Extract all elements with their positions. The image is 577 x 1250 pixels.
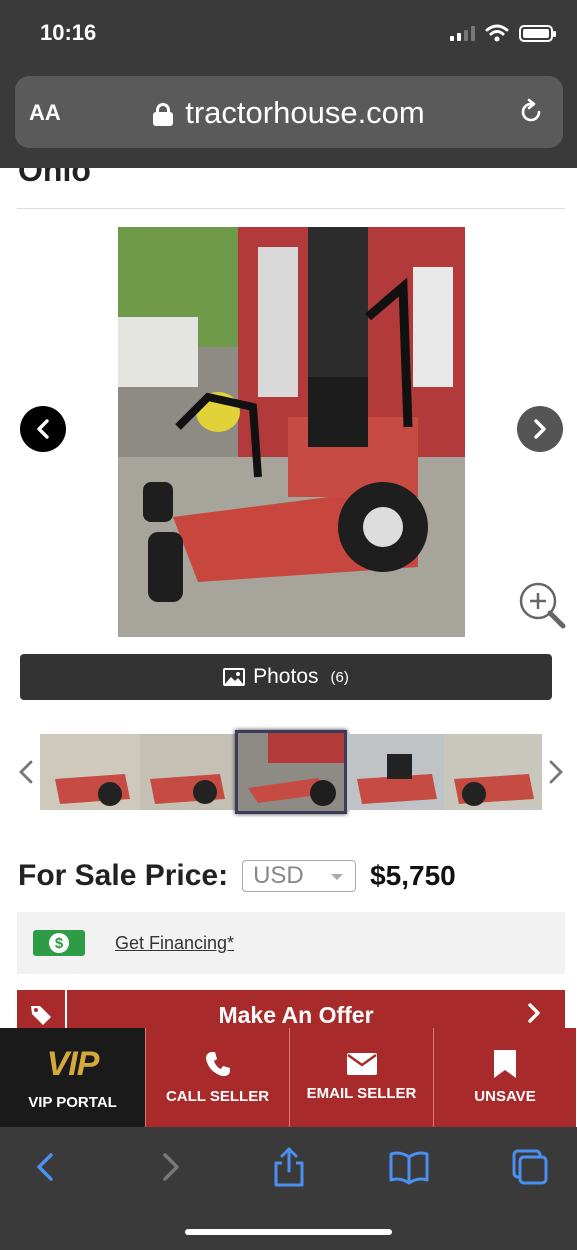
- photos-button[interactable]: Photos (6): [20, 654, 552, 700]
- envelope-icon: [346, 1053, 377, 1075]
- image-icon: [223, 668, 246, 686]
- chevron-left-icon: [37, 419, 49, 439]
- call-seller-button[interactable]: CALL SELLER: [145, 1028, 289, 1127]
- chevron-right-icon: [534, 419, 546, 439]
- address-bar[interactable]: AA tractorhouse.com: [15, 76, 563, 148]
- vip-portal-label: VIP PORTAL: [28, 1093, 117, 1111]
- thumbnail[interactable]: [444, 734, 542, 810]
- unsave-button[interactable]: UNSAVE: [433, 1028, 576, 1127]
- divider: [17, 208, 565, 209]
- url-text: tractorhouse.com: [185, 95, 425, 130]
- signal-icon: [450, 25, 475, 41]
- money-icon: $: [33, 930, 85, 956]
- bookmark-icon: [494, 1050, 516, 1078]
- thumbnail-strip: [40, 730, 542, 814]
- tabs-icon[interactable]: [510, 1147, 550, 1187]
- chevron-right-icon: [549, 760, 563, 784]
- photo-prev-button[interactable]: [20, 406, 66, 452]
- thumbnail[interactable]: [40, 734, 140, 810]
- photos-count: (6): [330, 668, 349, 686]
- listing-title: Ohio: [18, 168, 91, 188]
- email-seller-button[interactable]: EMAIL SELLER: [289, 1028, 433, 1127]
- photos-button-label: Photos: [253, 665, 319, 688]
- price-row: For Sale Price: USD $5,750: [18, 858, 563, 894]
- thumbs-prev-button[interactable]: [17, 758, 35, 794]
- back-icon[interactable]: [26, 1147, 66, 1187]
- browser-toolbar: [0, 1127, 577, 1250]
- bookmarks-icon[interactable]: [389, 1147, 429, 1187]
- call-seller-label: CALL SELLER: [165, 1088, 270, 1105]
- home-indicator: [185, 1229, 392, 1235]
- tag-icon: [17, 990, 67, 1028]
- currency-value: USD: [253, 862, 304, 889]
- price-label: For Sale Price:: [18, 859, 229, 892]
- make-offer-button[interactable]: Make An Offer: [17, 990, 565, 1028]
- seller-action-bar: VIP VIP PORTAL CALL SELLER EMAIL SELLER …: [0, 1028, 577, 1127]
- zoom-in-icon[interactable]: [518, 581, 566, 629]
- financing-box: $ Get Financing*: [17, 912, 565, 974]
- mower-photo-illustration: [118, 227, 465, 637]
- battery-icon: [519, 24, 556, 42]
- email-seller-label: EMAIL SELLER: [306, 1085, 417, 1102]
- photo-next-button[interactable]: [517, 406, 563, 452]
- unsave-label: UNSAVE: [474, 1088, 536, 1105]
- lock-icon: [153, 103, 174, 126]
- reload-icon[interactable]: [517, 98, 545, 126]
- forward-icon[interactable]: [150, 1147, 190, 1187]
- currency-select[interactable]: USD: [242, 860, 357, 892]
- wifi-icon: [485, 24, 509, 42]
- share-icon[interactable]: [269, 1147, 309, 1187]
- chevron-left-icon: [19, 760, 33, 784]
- status-time: 10:16: [40, 20, 97, 45]
- thumbnail[interactable]: [140, 734, 235, 810]
- url-display[interactable]: tractorhouse.com: [15, 95, 563, 131]
- thumbnail[interactable]: [347, 734, 444, 810]
- caret-down-icon: [331, 874, 344, 880]
- status-icons: [450, 24, 556, 42]
- thumbnail-selected[interactable]: [235, 730, 347, 814]
- price-value: $5,750: [370, 860, 456, 891]
- phone-icon: [205, 1052, 230, 1077]
- main-listing-photo[interactable]: [118, 227, 465, 637]
- chevron-right-icon: [525, 999, 565, 1028]
- vip-portal-button[interactable]: VIP VIP PORTAL: [0, 1028, 145, 1127]
- thumbs-next-button[interactable]: [547, 758, 565, 794]
- get-financing-link[interactable]: Get Financing*: [115, 933, 234, 954]
- listing-page: Ohio Photos (6) For Sale Price: USD $5,7…: [0, 168, 577, 1028]
- browser-top-chrome: 10:16 AA tractorhouse.com: [0, 0, 577, 168]
- make-offer-label: Make An Offer: [218, 1001, 374, 1028]
- vip-logo: VIP: [46, 1044, 100, 1083]
